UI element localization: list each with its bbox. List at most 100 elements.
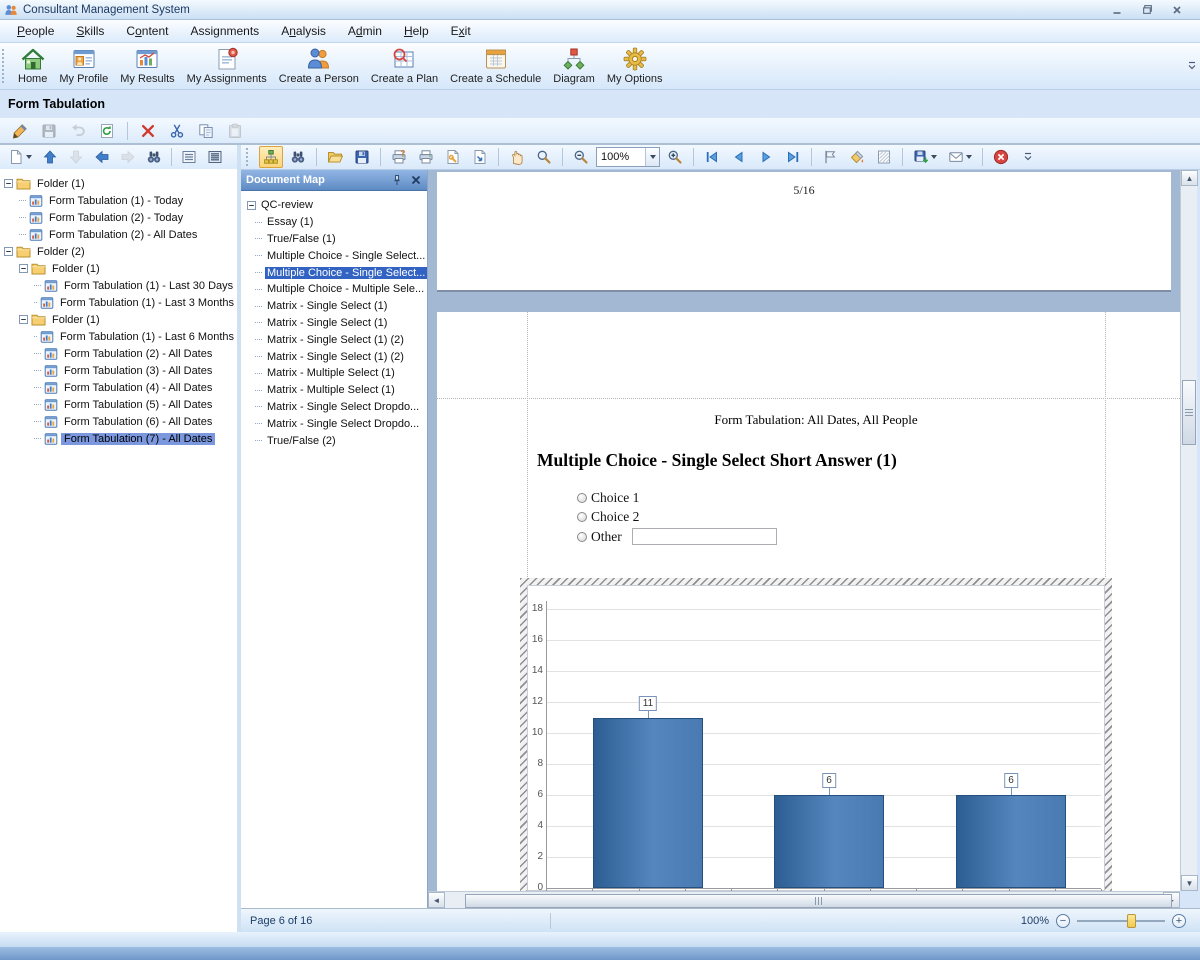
menu-admin[interactable]: Admin [337,21,393,41]
toolbar-my-results[interactable]: My Results [114,43,180,89]
move-down-button[interactable] [64,146,88,168]
scroll-left-button[interactable]: ◄ [428,892,445,908]
report-zoom-tool-button[interactable] [532,146,556,168]
docmap-item[interactable]: Essay (1) [241,214,427,231]
find-button[interactable] [142,146,166,168]
tree-folder[interactable]: Folder (1) [0,260,237,277]
other-text-input[interactable] [632,528,777,545]
docmap-item[interactable]: Matrix - Single Select (1) [241,298,427,315]
tree-report-item[interactable]: Form Tabulation (5) - All Dates [0,396,237,413]
report-last-page-button[interactable] [781,146,805,168]
save-button[interactable] [37,120,61,142]
tree-folder[interactable]: Folder (2) [0,243,237,260]
report-print-button[interactable] [414,146,438,168]
toolbar-my-assignments[interactable]: My Assignments [181,43,273,89]
toolbar-create-a-plan[interactable]: Create a Plan [365,43,444,89]
report-first-page-button[interactable] [700,146,724,168]
docmap-item[interactable]: Matrix - Multiple Select (1) [241,365,427,382]
report-hand-tool-button[interactable] [505,146,529,168]
report-toolbar-overflow-button[interactable] [1016,146,1040,168]
move-right-button[interactable] [116,146,140,168]
vertical-scroll-thumb[interactable] [1182,380,1196,445]
menu-assignments[interactable]: Assignments [179,21,270,41]
horizontal-scroll-thumb[interactable] [465,894,1172,908]
docmap-item[interactable]: Matrix - Single Select Dropdo... [241,399,427,416]
tree-report-item[interactable]: Form Tabulation (7) - All Dates [0,430,237,447]
toolbar-diagram[interactable]: Diagram [547,43,601,89]
scroll-down-button[interactable]: ▼ [1181,875,1198,891]
report-page-setup-button[interactable] [441,146,465,168]
move-up-button[interactable] [38,146,62,168]
report-document-map-button[interactable] [259,146,283,168]
zoom-combo-dropdown[interactable] [645,148,659,166]
docmap-item[interactable]: True/False (2) [241,432,427,449]
menu-skills[interactable]: Skills [65,21,115,41]
new-item-button[interactable] [4,146,36,168]
zoom-combo[interactable]: 100% [596,147,660,167]
toolbar-create-a-person[interactable]: Create a Person [273,43,365,89]
docmap-item[interactable]: QC-review [241,197,427,214]
paste-button[interactable] [223,120,247,142]
docmap-item[interactable]: Matrix - Single Select (1) (2) [241,331,427,348]
menu-help[interactable]: Help [393,21,440,41]
radio-button[interactable] [577,532,587,542]
tree-report-item[interactable]: Form Tabulation (1) - Today [0,192,237,209]
zoom-in-button[interactable]: + [1172,914,1186,928]
docmap-item[interactable]: Matrix - Single Select (1) [241,315,427,332]
detail-view-button[interactable] [203,146,227,168]
tree-report-item[interactable]: Form Tabulation (4) - All Dates [0,379,237,396]
tree-report-item[interactable]: Form Tabulation (1) - Last 3 Months [0,294,237,311]
tree-report-item[interactable]: Form Tabulation (2) - All Dates [0,226,237,243]
toolbar-home[interactable]: Home [12,43,53,89]
tree-folder[interactable]: Folder (1) [0,175,237,192]
tree-report-item[interactable]: Form Tabulation (1) - Last 30 Days [0,277,237,294]
undo-button[interactable] [66,120,90,142]
docmap-item[interactable]: Matrix - Single Select Dropdo... [241,415,427,432]
report-print-options-button[interactable]: ? [387,146,411,168]
report-save-button[interactable] [350,146,374,168]
scroll-up-button[interactable]: ▲ [1181,170,1198,186]
report-send-email-button[interactable] [944,146,976,168]
radio-button[interactable] [577,512,587,522]
docmap-item[interactable]: Matrix - Multiple Select (1) [241,382,427,399]
docmap-item[interactable]: Multiple Choice - Single Select... [241,247,427,264]
report-edit-page-button[interactable] [872,146,896,168]
menu-content[interactable]: Content [115,21,179,41]
toolbar-overflow-button[interactable] [1187,43,1200,89]
report-watermark-button[interactable] [845,146,869,168]
vertical-scrollbar[interactable]: ▲ ▼ [1180,170,1197,891]
report-stop-button[interactable] [989,146,1013,168]
zoom-slider[interactable] [1077,914,1165,928]
report-scale-button[interactable] [468,146,492,168]
maximize-button[interactable] [1138,3,1156,17]
copy-button[interactable] [194,120,218,142]
report-zoom-in-button[interactable] [663,146,687,168]
report-export-button[interactable] [909,146,941,168]
tree-folder[interactable]: Folder (1) [0,311,237,328]
cut-button[interactable] [165,120,189,142]
toolbar-my-profile[interactable]: My Profile [53,43,114,89]
tree-report-item[interactable]: Form Tabulation (2) - Today [0,209,237,226]
report-multipage-button[interactable] [818,146,842,168]
pin-icon[interactable] [391,174,403,186]
tree-report-item[interactable]: Form Tabulation (2) - All Dates [0,345,237,362]
docmap-item[interactable]: Multiple Choice - Multiple Sele... [241,281,427,298]
toolbar-my-options[interactable]: My Options [601,43,669,89]
report-search-button[interactable] [286,146,310,168]
report-open-button[interactable] [323,146,347,168]
zoom-slider-thumb[interactable] [1127,914,1136,928]
menu-analysis[interactable]: Analysis [270,21,337,41]
delete-button[interactable] [136,120,160,142]
report-next-page-button[interactable] [754,146,778,168]
tree-report-item[interactable]: Form Tabulation (6) - All Dates [0,413,237,430]
tree-report-item[interactable]: Form Tabulation (1) - Last 6 Months [0,328,237,345]
refresh-button[interactable] [95,120,119,142]
report-prev-page-button[interactable] [727,146,751,168]
close-icon[interactable] [410,174,422,186]
horizontal-scrollbar[interactable]: ◄ ► [428,891,1180,908]
close-button[interactable] [1168,3,1186,17]
radio-button[interactable] [577,493,587,503]
list-view-button[interactable] [177,146,201,168]
chart-selection-frame[interactable]: 0246810121416181166 [520,578,1112,891]
toolbar-create-a-schedule[interactable]: Create a Schedule [444,43,547,89]
